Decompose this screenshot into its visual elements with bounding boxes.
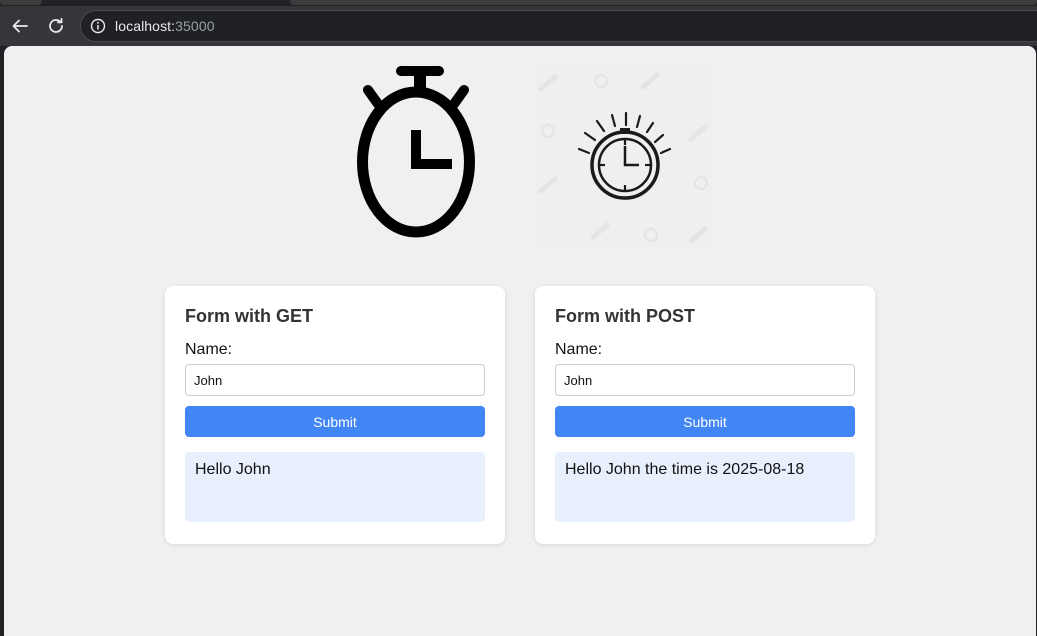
info-circle-icon[interactable] xyxy=(90,18,106,34)
get-name-label: Name: xyxy=(185,341,233,358)
url-host: localhost: xyxy=(115,18,176,34)
post-name-label: Name: xyxy=(555,341,603,358)
url-port: 35000 xyxy=(175,18,215,34)
post-name-input[interactable] xyxy=(555,364,855,396)
back-button[interactable] xyxy=(3,9,37,43)
post-submit-button[interactable]: Submit xyxy=(555,406,855,437)
tab-edge[interactable] xyxy=(290,0,1037,5)
page-viewport: Form with GET Name: Submit Hello John Fo… xyxy=(4,46,1036,636)
stopwatch-ticking-icon xyxy=(535,67,715,247)
post-result-box: Hello John the time is 2025-08-18 xyxy=(555,452,855,522)
url-text: localhost:35000 xyxy=(115,18,215,34)
get-form-title: Form with GET xyxy=(185,306,313,326)
reload-icon xyxy=(49,17,63,33)
get-form-card: Form with GET Name: Submit Hello John xyxy=(165,286,505,544)
stopwatch-icon xyxy=(357,66,475,238)
tab-edge[interactable] xyxy=(0,0,42,5)
get-result-box: Hello John xyxy=(185,452,485,522)
get-submit-button[interactable]: Submit xyxy=(185,406,485,437)
reload-button[interactable] xyxy=(39,9,73,43)
post-form-title: Form with POST xyxy=(555,306,696,326)
address-bar[interactable]: localhost:35000 xyxy=(80,10,1037,42)
browser-toolbar: localhost:35000 xyxy=(0,6,1037,46)
post-form-card: Form with POST Name: Submit Hello John t… xyxy=(535,286,875,544)
arrow-left-icon xyxy=(12,19,28,33)
get-name-input[interactable] xyxy=(185,364,485,396)
